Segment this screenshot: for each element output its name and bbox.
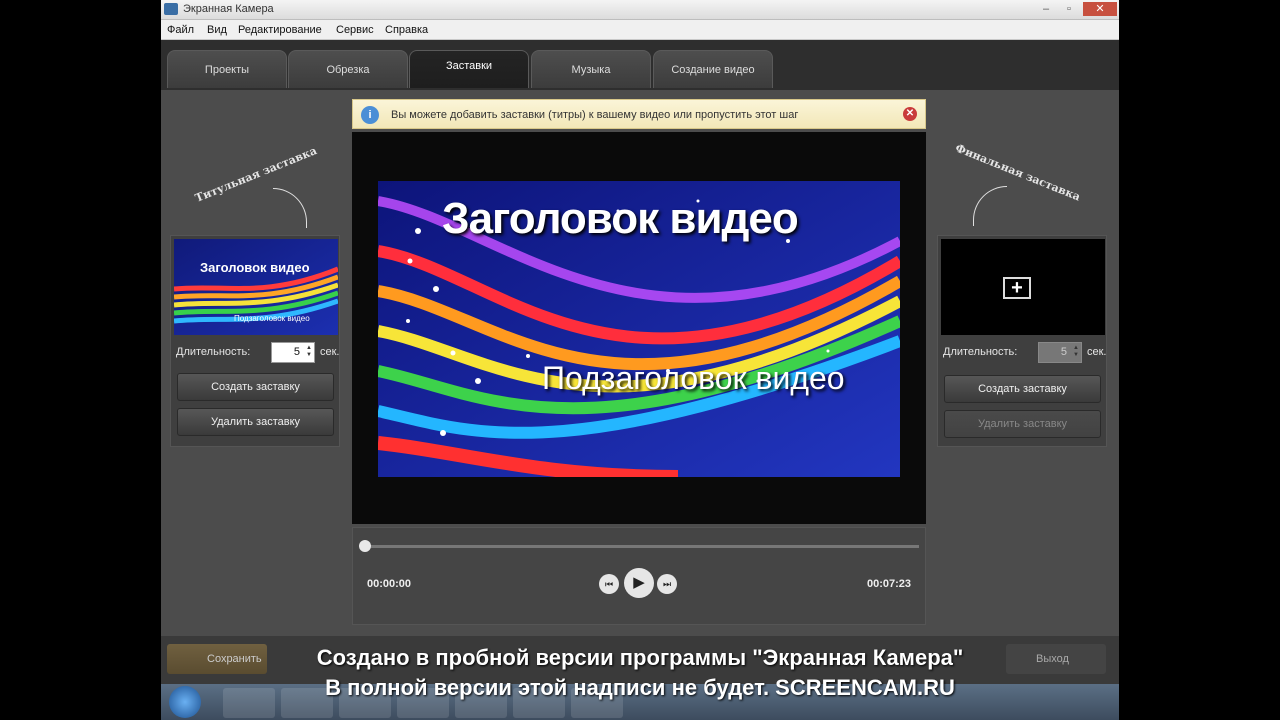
player-controls: 00:00:00 00:07:23 ⏮ ▶ ⏭ [352, 527, 926, 625]
title-intro-panel: Заголовок видео Подзаголовок видео Длите… [170, 235, 340, 447]
tab-create-video[interactable]: Создание видео [653, 50, 773, 88]
spinner-icon: ▲ ▼ [1073, 345, 1079, 358]
final-intro-panel: + Длительность: 5 ▲ ▼ сек. Создать застав… [937, 235, 1107, 447]
duration-unit: сек. [320, 346, 340, 358]
arrow-icon [273, 188, 307, 228]
menu-bar: Файл Вид Редактирование Сервис Справка [161, 20, 1119, 40]
play-icon[interactable]: ▶ [624, 568, 654, 598]
menu-help[interactable]: Справка [385, 24, 428, 36]
trial-watermark: Создано в пробной версии программы "Экра… [161, 643, 1119, 703]
arrow-icon [973, 186, 1007, 226]
main-area: Титульная заставка Заголовок видео Подза… [161, 90, 1119, 636]
skip-back-icon[interactable]: ⏮ [599, 574, 619, 594]
preview-subtitle: Подзаголовок видео [542, 360, 845, 396]
duration-label: Длительность: [176, 346, 251, 358]
tab-music[interactable]: Музыка [531, 50, 651, 88]
duration-label: Длительность: [943, 346, 1018, 358]
duration-unit: сек. [1087, 346, 1107, 358]
tab-intros[interactable]: Заставки [409, 50, 529, 88]
delete-final-button: Удалить заставку [944, 410, 1101, 438]
timeline-track[interactable] [365, 545, 919, 548]
video-preview: Заголовок видео Подзаголовок видео [352, 132, 926, 524]
tab-projects[interactable]: Проекты [167, 50, 287, 88]
tab-bar: Проекты Обрезка Заставки Музыка Создание… [161, 40, 1119, 90]
close-window-button[interactable]: ✕ [1083, 2, 1117, 16]
final-intro-label: Финальная заставка [953, 141, 1083, 204]
minimize-button[interactable]: – [1037, 2, 1055, 16]
create-final-button[interactable]: Создать заставку [944, 375, 1101, 403]
app-window: Экранная Камера – ▫ ✕ Файл Вид Редактиро… [161, 0, 1119, 720]
app-icon [164, 3, 178, 15]
info-icon: i [361, 106, 379, 124]
info-notice: i Вы можете добавить заставки (титры) к … [352, 99, 926, 129]
menu-service[interactable]: Сервис [336, 24, 374, 36]
duration-input: 5 ▲ ▼ [1038, 342, 1082, 363]
delete-intro-button[interactable]: Удалить заставку [177, 408, 334, 436]
close-icon[interactable]: ✕ [903, 107, 917, 121]
menu-file[interactable]: Файл [167, 24, 194, 36]
maximize-button[interactable]: ▫ [1060, 2, 1078, 16]
spinner-icon[interactable]: ▲ ▼ [306, 345, 312, 359]
menu-view[interactable]: Вид [207, 24, 227, 36]
final-intro-thumbnail[interactable]: + [941, 239, 1105, 335]
timeline-knob[interactable] [359, 540, 371, 552]
title-intro-thumbnail[interactable]: Заголовок видео Подзаголовок видео [174, 239, 338, 335]
add-intro-icon[interactable]: + [1003, 277, 1031, 299]
window-title: Экранная Камера [183, 3, 274, 15]
watermark-line1: Создано в пробной версии программы "Экра… [316, 645, 964, 670]
menu-edit[interactable]: Редактирование [238, 24, 322, 36]
skip-forward-icon[interactable]: ⏭ [657, 574, 677, 594]
title-bar: Экранная Камера – ▫ ✕ [161, 0, 1119, 20]
thumb-subtitle-text: Подзаголовок видео [234, 314, 310, 323]
thumb-title-text: Заголовок видео [200, 260, 310, 275]
tab-trim[interactable]: Обрезка [288, 50, 408, 88]
title-intro-label: Титульная заставка [193, 144, 319, 205]
duration-row: Длительность: 5 ▲ ▼ сек. [174, 342, 340, 364]
create-intro-button[interactable]: Создать заставку [177, 373, 334, 401]
duration-row: Длительность: 5 ▲ ▼ сек. [941, 342, 1107, 364]
preview-title: Заголовок видео [442, 194, 799, 243]
total-time: 00:07:23 [866, 578, 911, 590]
duration-input[interactable]: 5 ▲ ▼ [271, 342, 315, 363]
current-time: 00:00:00 [367, 578, 412, 590]
watermark-line2: В полной версии этой надписи не будет. S… [325, 675, 955, 700]
notice-text: Вы можете добавить заставки (титры) к ва… [391, 109, 799, 121]
duration-value: 5 [293, 346, 300, 358]
duration-value: 5 [1060, 346, 1067, 358]
